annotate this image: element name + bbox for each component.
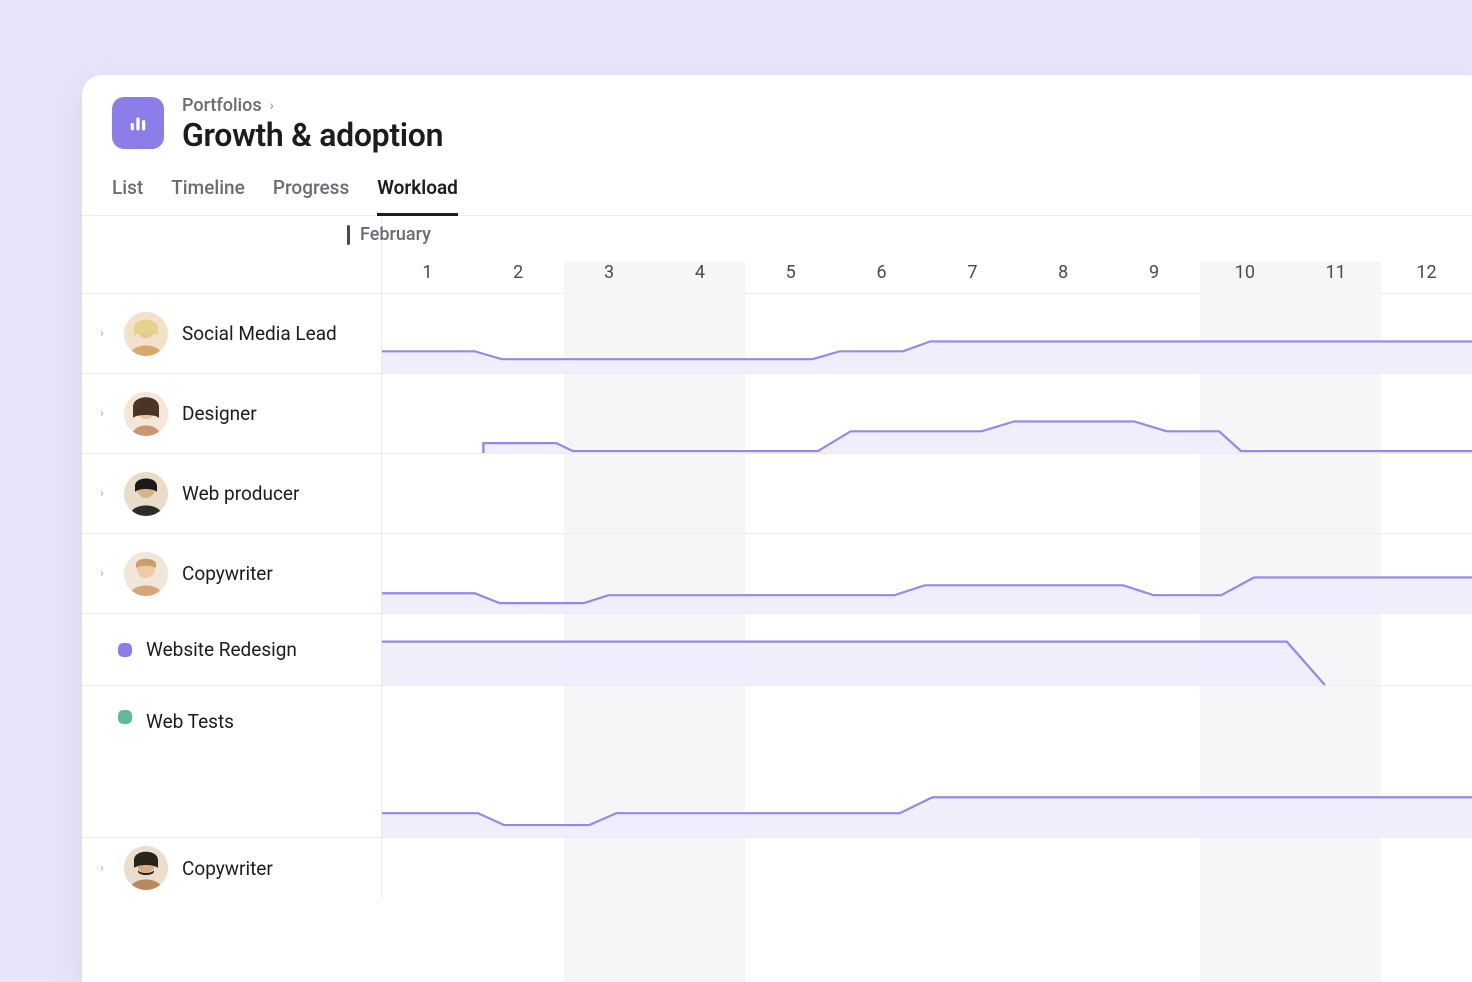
date-cell: 1	[382, 216, 473, 293]
date-cell: 12	[1381, 216, 1472, 293]
workload-row-project: Web Tests	[82, 686, 1472, 838]
workload-graph	[382, 454, 1472, 533]
avatar	[124, 846, 168, 890]
timeline-area: February 1 2 3 4 5 6 7 8 9 10 11 12	[82, 216, 1472, 898]
chevron-right-icon[interactable]: ›	[100, 861, 110, 876]
header-top: Portfolios › Growth & adoption	[112, 97, 1442, 154]
chevron-right-icon[interactable]: ›	[100, 486, 110, 501]
workload-row: › Copywriter	[82, 534, 1472, 614]
chevron-right-icon[interactable]: ›	[100, 566, 110, 581]
avatar	[124, 392, 168, 436]
workload-graph	[382, 374, 1472, 453]
date-cell: 6	[836, 216, 927, 293]
date-cell: 11	[1290, 216, 1381, 293]
avatar	[124, 312, 168, 356]
tab-list[interactable]: List	[112, 176, 143, 216]
row-label-cell[interactable]: › Web producer	[82, 454, 382, 533]
row-label-cell[interactable]: › Designer	[82, 374, 382, 453]
row-label-cell[interactable]: › Copywriter	[82, 838, 382, 898]
header: Portfolios › Growth & adoption	[82, 75, 1472, 154]
row-label: Copywriter	[182, 857, 273, 880]
row-label-cell[interactable]: › Social Media Lead	[82, 294, 382, 373]
chevron-right-icon[interactable]: ›	[100, 406, 110, 421]
month-tick	[347, 225, 350, 245]
workload-graph	[382, 534, 1472, 613]
tab-progress[interactable]: Progress	[273, 176, 349, 216]
page-title: Growth & adoption	[182, 116, 443, 154]
row-label-cell[interactable]: Website Redesign	[82, 614, 382, 685]
row-label: Social Media Lead	[182, 322, 337, 345]
workload-row: › Copywriter	[82, 838, 1472, 898]
app-window: Portfolios › Growth & adoption List Time…	[82, 75, 1472, 982]
workload-row: › Web producer	[82, 454, 1472, 534]
row-label: Designer	[182, 402, 257, 425]
title-block: Portfolios › Growth & adoption	[182, 97, 443, 154]
workload-graph	[382, 686, 1472, 837]
row-label: Web producer	[182, 482, 299, 505]
tab-timeline[interactable]: Timeline	[171, 176, 245, 216]
avatar	[124, 552, 168, 596]
row-label: Copywriter	[182, 562, 273, 585]
workload-graph	[382, 838, 1472, 898]
chevron-right-icon: ›	[270, 98, 274, 114]
date-cell: 2	[473, 216, 564, 293]
tabs: List Timeline Progress Workload	[82, 154, 1472, 216]
date-cell: 9	[1109, 216, 1200, 293]
date-cell: 4	[654, 216, 745, 293]
timeline-header-left: February	[82, 216, 382, 293]
date-cell: 7	[927, 216, 1018, 293]
timeline-header: February 1 2 3 4 5 6 7 8 9 10 11 12	[82, 216, 1472, 294]
breadcrumb[interactable]: Portfolios ›	[182, 95, 443, 116]
portfolio-folder-icon	[112, 97, 164, 149]
project-color-dot	[118, 710, 132, 724]
date-cell: 10	[1199, 216, 1290, 293]
workload-row-project: Website Redesign	[82, 614, 1472, 686]
row-label: Website Redesign	[146, 638, 297, 661]
row-label: Web Tests	[146, 710, 234, 733]
row-label-cell[interactable]: › Copywriter	[82, 534, 382, 613]
dates-grid: 1 2 3 4 5 6 7 8 9 10 11 12	[382, 216, 1472, 293]
chevron-right-icon[interactable]: ›	[100, 326, 110, 341]
bar-chart-icon	[127, 112, 149, 134]
date-cell: 3	[564, 216, 655, 293]
date-cell: 5	[745, 216, 836, 293]
project-color-dot	[118, 643, 132, 657]
tab-workload[interactable]: Workload	[377, 176, 458, 216]
workload-graph	[382, 614, 1472, 685]
date-cell: 8	[1018, 216, 1109, 293]
breadcrumb-parent[interactable]: Portfolios	[182, 95, 262, 116]
workload-rows: › Social Media Lead ›	[82, 294, 1472, 898]
row-label-cell[interactable]: Web Tests	[82, 686, 382, 837]
workload-graph	[382, 294, 1472, 373]
avatar	[124, 472, 168, 516]
workload-row: › Designer	[82, 374, 1472, 454]
workload-row: › Social Media Lead	[82, 294, 1472, 374]
